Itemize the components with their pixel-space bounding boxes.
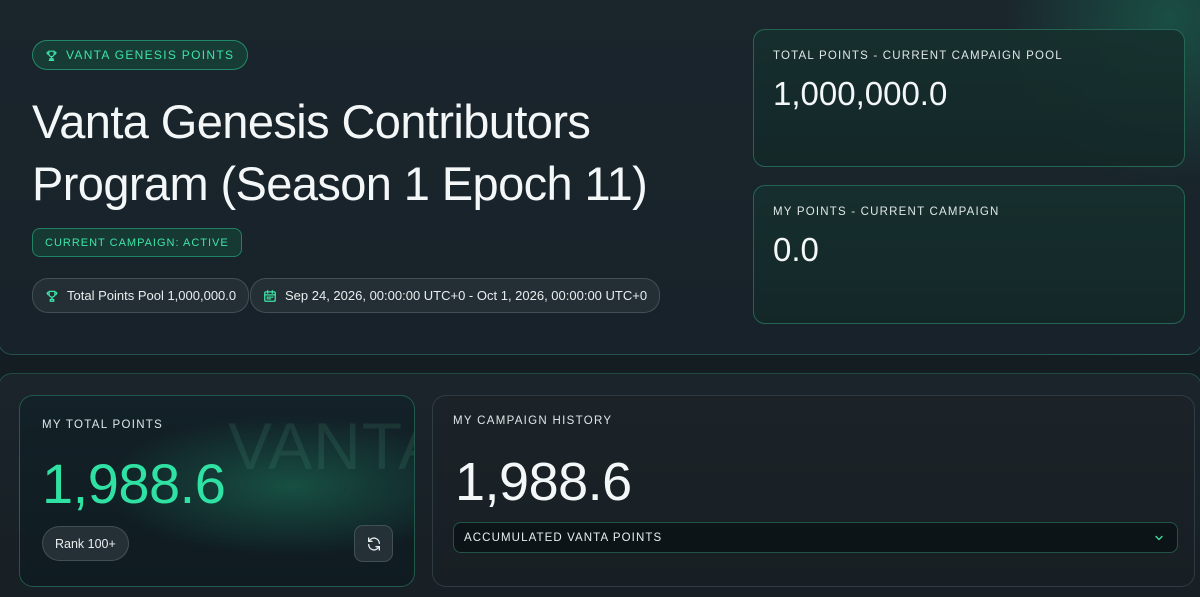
points-type-selected: ACCUMULATED VANTA POINTS [464,531,663,544]
trophy-icon [45,289,59,303]
page: VANTA GENESIS POINTS Vanta Genesis Contr… [0,0,1200,597]
calendar-icon [263,289,277,303]
campaign-pool-label: TOTAL POINTS - CURRENT CAMPAIGN POOL [773,50,1063,62]
my-total-points-value: 1,988.6 [42,452,226,515]
campaign-status-label: CURRENT CAMPAIGN: ACTIVE [45,236,229,249]
rank-badge: Rank 100+ [42,526,129,561]
hero-panel: VANTA GENESIS POINTS Vanta Genesis Contr… [0,0,1200,355]
points-type-select[interactable]: ACCUMULATED VANTA POINTS [453,522,1178,553]
vanta-watermark: VANTA [228,409,414,483]
my-total-points-card: VANTA MY TOTAL POINTS 1,988.6 Rank 100+ [19,395,415,587]
campaign-history-card: MY CAMPAIGN HISTORY 1,988.6 ACCUMULATED … [432,395,1195,587]
program-badge-label: VANTA GENESIS POINTS [66,48,235,62]
my-campaign-points-value: 0.0 [773,231,819,268]
my-campaign-points-card: MY POINTS - CURRENT CAMPAIGN 0.0 [753,185,1185,324]
campaign-history-value: 1,988.6 [455,452,632,512]
campaign-pool-value: 1,000,000.0 [773,75,948,112]
page-title-line2: Program (Season 1 Epoch 11) [32,157,648,210]
campaign-history-label: MY CAMPAIGN HISTORY [453,415,613,427]
campaign-dates-text: Sep 24, 2026, 00:00:00 UTC+0 - Oct 1, 20… [285,288,648,303]
program-badge: VANTA GENESIS POINTS [32,40,249,70]
chevron-down-icon [1153,532,1165,544]
trophy-icon [45,49,58,62]
page-title-line1: Vanta Genesis Contributors [32,95,591,148]
my-campaign-points-label: MY POINTS - CURRENT CAMPAIGN [773,206,1000,218]
campaign-status-badge: CURRENT CAMPAIGN: ACTIVE [32,228,242,257]
total-pool-pill: Total Points Pool 1,000,000.0 [32,278,250,313]
page-title: Vanta Genesis Contributors Program (Seas… [32,91,732,215]
campaign-pool-card: TOTAL POINTS - CURRENT CAMPAIGN POOL 1,0… [753,29,1185,167]
my-total-points-label: MY TOTAL POINTS [42,419,164,431]
total-pool-text: Total Points Pool 1,000,000.0 [67,288,237,303]
rank-text: Rank 100+ [55,536,116,551]
refresh-icon [366,536,382,552]
campaign-dates-pill: Sep 24, 2026, 00:00:00 UTC+0 - Oct 1, 20… [250,278,661,313]
refresh-button[interactable] [354,525,393,562]
